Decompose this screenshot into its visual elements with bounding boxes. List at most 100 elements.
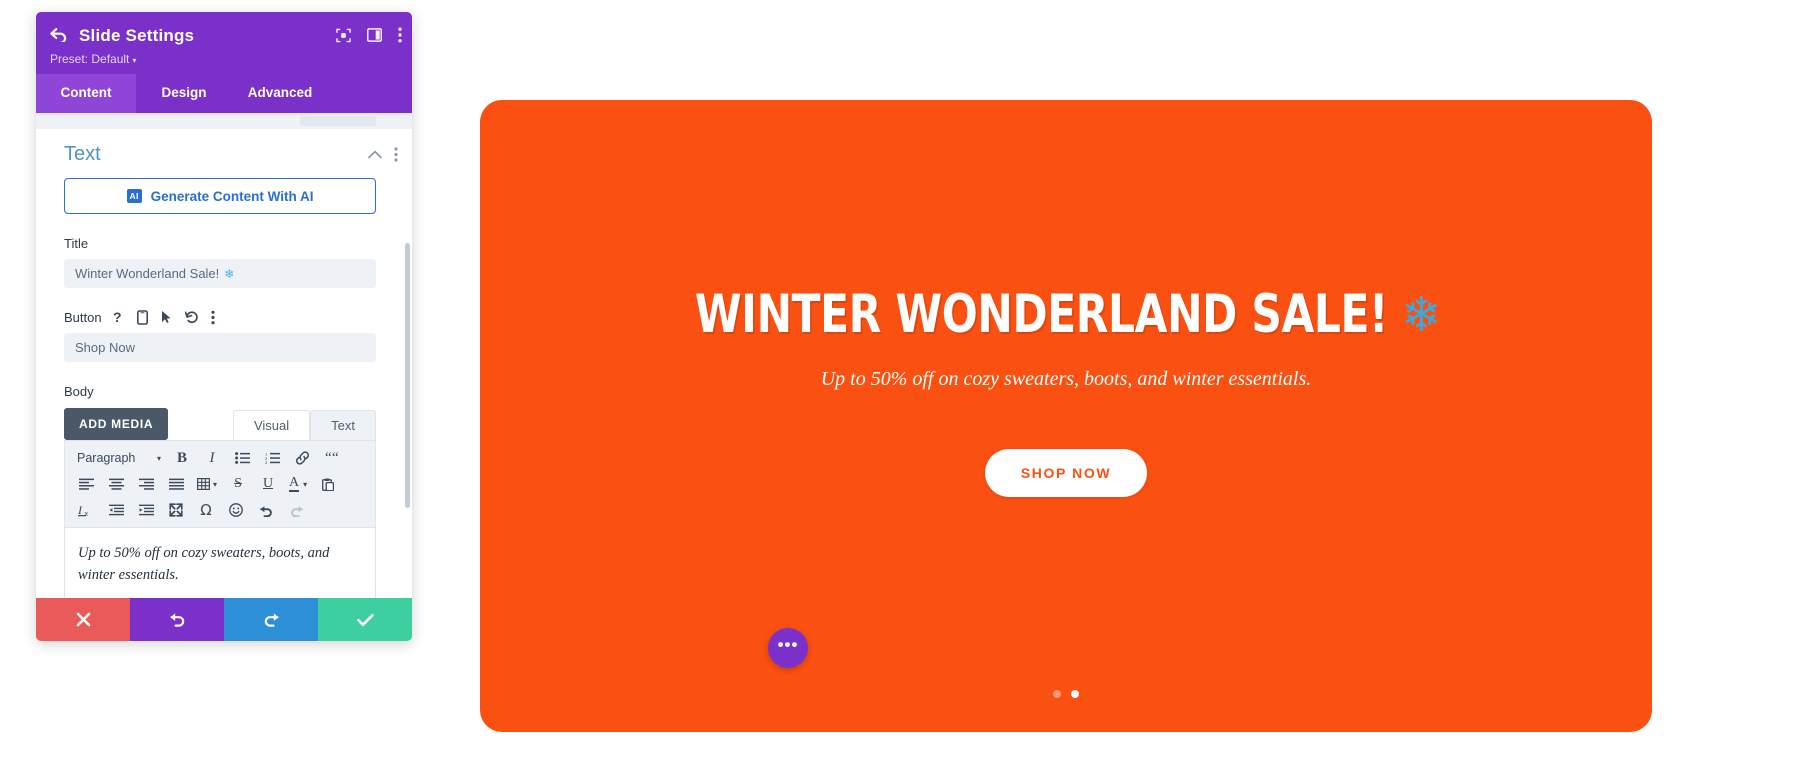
svg-text:“: “ xyxy=(325,452,332,464)
back-arrow-icon[interactable] xyxy=(50,28,67,42)
panel-scroll-content: Text AI Generate Content With AI Title W… xyxy=(36,129,412,598)
editor-toolbar-row-1: Paragraph ▾ B I 123 “ “ xyxy=(67,445,373,471)
redo-button[interactable] xyxy=(224,598,318,641)
svg-text:3: 3 xyxy=(265,460,268,464)
more-options-icon[interactable] xyxy=(210,310,215,325)
preset-label: Preset: Default xyxy=(50,52,130,66)
page-settings-fab-button[interactable]: ••• xyxy=(768,628,808,668)
special-character-icon[interactable]: Ω xyxy=(191,499,221,521)
shop-now-button[interactable]: SHOP NOW xyxy=(984,449,1148,497)
tab-visual[interactable]: Visual xyxy=(232,410,311,440)
hover-cursor-icon[interactable] xyxy=(161,310,172,325)
panel-header: Slide Settings Preset: Default ▾ xyxy=(36,12,412,74)
slide-content: WINTER WONDERLAND SALE! ❄ Up to 50% off … xyxy=(480,100,1652,732)
redo-icon[interactable] xyxy=(281,499,311,521)
align-left-icon[interactable] xyxy=(71,473,101,495)
text-section-header: Text xyxy=(36,129,412,178)
numbered-list-icon[interactable]: 123 xyxy=(257,447,287,469)
rich-text-editor: Paragraph ▾ B I 123 “ “ ▾ S U A ▾ I x Ω … xyxy=(64,440,376,598)
chevron-down-icon: ▾ xyxy=(132,56,137,65)
undo-icon[interactable] xyxy=(251,499,281,521)
emoji-icon[interactable] xyxy=(221,499,251,521)
fullscreen-icon[interactable] xyxy=(161,499,191,521)
snowflake-icon: ❄ xyxy=(224,266,235,281)
strikethrough-icon[interactable]: S xyxy=(223,473,253,495)
link-icon[interactable] xyxy=(287,447,317,469)
align-center-icon[interactable] xyxy=(101,473,131,495)
align-justify-icon[interactable] xyxy=(161,473,191,495)
editor-toolbar-row-2: ▾ S U A ▾ xyxy=(67,471,373,497)
title-input[interactable]: Winter Wonderland Sale! ❄ xyxy=(64,259,376,288)
bold-icon[interactable]: B xyxy=(167,447,197,469)
preset-selector[interactable]: Preset: Default ▾ xyxy=(50,52,398,66)
editor-top-row: ADD MEDIA Visual Text xyxy=(64,408,376,440)
chevron-down-icon: ▾ xyxy=(156,453,161,463)
blockquote-icon[interactable]: ““ xyxy=(317,447,347,469)
slide-title-text: WINTER WONDERLAND SALE! xyxy=(694,284,1389,345)
panel-scroll-top-shadow xyxy=(36,113,412,129)
section-more-options-icon[interactable] xyxy=(394,147,398,162)
align-right-icon[interactable] xyxy=(131,473,161,495)
editor-toolbar-row-3: Ix Ω xyxy=(67,497,373,523)
title-input-value: Winter Wonderland Sale! xyxy=(75,266,220,281)
button-input-value: Shop Now xyxy=(75,340,135,355)
slider-pagination[interactable] xyxy=(480,690,1652,698)
tab-advanced[interactable]: Advanced xyxy=(232,74,328,113)
ai-button-label: Generate Content With AI xyxy=(150,188,314,204)
title-field-label: Title xyxy=(64,236,89,251)
more-options-icon[interactable] xyxy=(398,27,402,43)
save-button[interactable] xyxy=(318,598,412,641)
editor-mode-tabs: Visual Text xyxy=(232,410,376,440)
paste-icon[interactable] xyxy=(313,473,343,495)
undo-button[interactable] xyxy=(130,598,224,641)
clear-formatting-icon[interactable]: Ix xyxy=(71,499,101,521)
snowflake-icon: ❄ xyxy=(1401,286,1442,343)
chevron-up-icon[interactable] xyxy=(368,150,382,159)
svg-text:x: x xyxy=(85,511,89,517)
split-layout-icon[interactable] xyxy=(367,28,382,42)
slide-title[interactable]: WINTER WONDERLAND SALE! ❄ xyxy=(694,284,1442,345)
screen: WINTER WONDERLAND SALE! ❄ Up to 50% off … xyxy=(0,0,1800,766)
pagination-dot-1[interactable] xyxy=(1053,690,1061,698)
tab-content[interactable]: Content xyxy=(36,74,136,113)
button-text-input[interactable]: Shop Now xyxy=(64,333,376,362)
paragraph-format-select[interactable]: Paragraph ▾ xyxy=(71,447,167,469)
button-field-label: Button xyxy=(64,310,102,325)
panel-scrollbar[interactable] xyxy=(405,243,410,508)
text-color-icon[interactable]: A ▾ xyxy=(283,473,313,495)
underline-icon[interactable]: U xyxy=(253,473,283,495)
ai-badge-icon: AI xyxy=(126,189,142,203)
body-field-label-row: Body xyxy=(64,384,376,399)
generate-content-with-ai-button[interactable]: AI Generate Content With AI xyxy=(64,178,376,214)
outdent-icon[interactable] xyxy=(101,499,131,521)
slide-settings-panel: Slide Settings Preset: Default ▾ Content… xyxy=(36,12,412,641)
paragraph-format-label: Paragraph xyxy=(77,451,136,465)
discard-button[interactable] xyxy=(36,598,130,641)
button-field-icons: ? xyxy=(113,310,215,325)
slide-subtitle[interactable]: Up to 50% off on cozy sweaters, boots, a… xyxy=(821,368,1312,391)
add-media-button[interactable]: ADD MEDIA xyxy=(64,408,169,440)
editor-toolbar: Paragraph ▾ B I 123 “ “ ▾ S U A ▾ I x Ω xyxy=(65,441,375,528)
reset-undo-icon[interactable] xyxy=(184,310,198,325)
panel-title: Slide Settings xyxy=(79,26,195,45)
bullet-list-icon[interactable] xyxy=(227,447,257,469)
editor-content-area[interactable]: Up to 50% off on cozy sweaters, boots, a… xyxy=(65,528,375,598)
collapsed-section-stub[interactable] xyxy=(300,113,376,126)
tab-text[interactable]: Text xyxy=(310,410,376,440)
italic-icon[interactable]: I xyxy=(197,447,227,469)
responsive-mobile-icon[interactable] xyxy=(136,310,148,325)
svg-text:?: ? xyxy=(113,310,122,325)
panel-action-bar xyxy=(36,598,412,641)
tab-design[interactable]: Design xyxy=(136,74,232,113)
button-field-label-row: Button ? xyxy=(64,310,376,325)
table-icon[interactable]: ▾ xyxy=(191,473,223,495)
focus-target-icon[interactable] xyxy=(336,28,351,43)
panel-tabs: Content Design Advanced xyxy=(36,74,412,113)
slide-preview-canvas[interactable]: WINTER WONDERLAND SALE! ❄ Up to 50% off … xyxy=(480,100,1652,732)
pagination-dot-2[interactable] xyxy=(1071,690,1079,698)
indent-icon[interactable] xyxy=(131,499,161,521)
title-field-label-row: Title xyxy=(64,236,376,251)
help-icon[interactable]: ? xyxy=(113,310,124,325)
svg-text:“: “ xyxy=(332,452,339,464)
panel-header-icons xyxy=(336,27,402,43)
